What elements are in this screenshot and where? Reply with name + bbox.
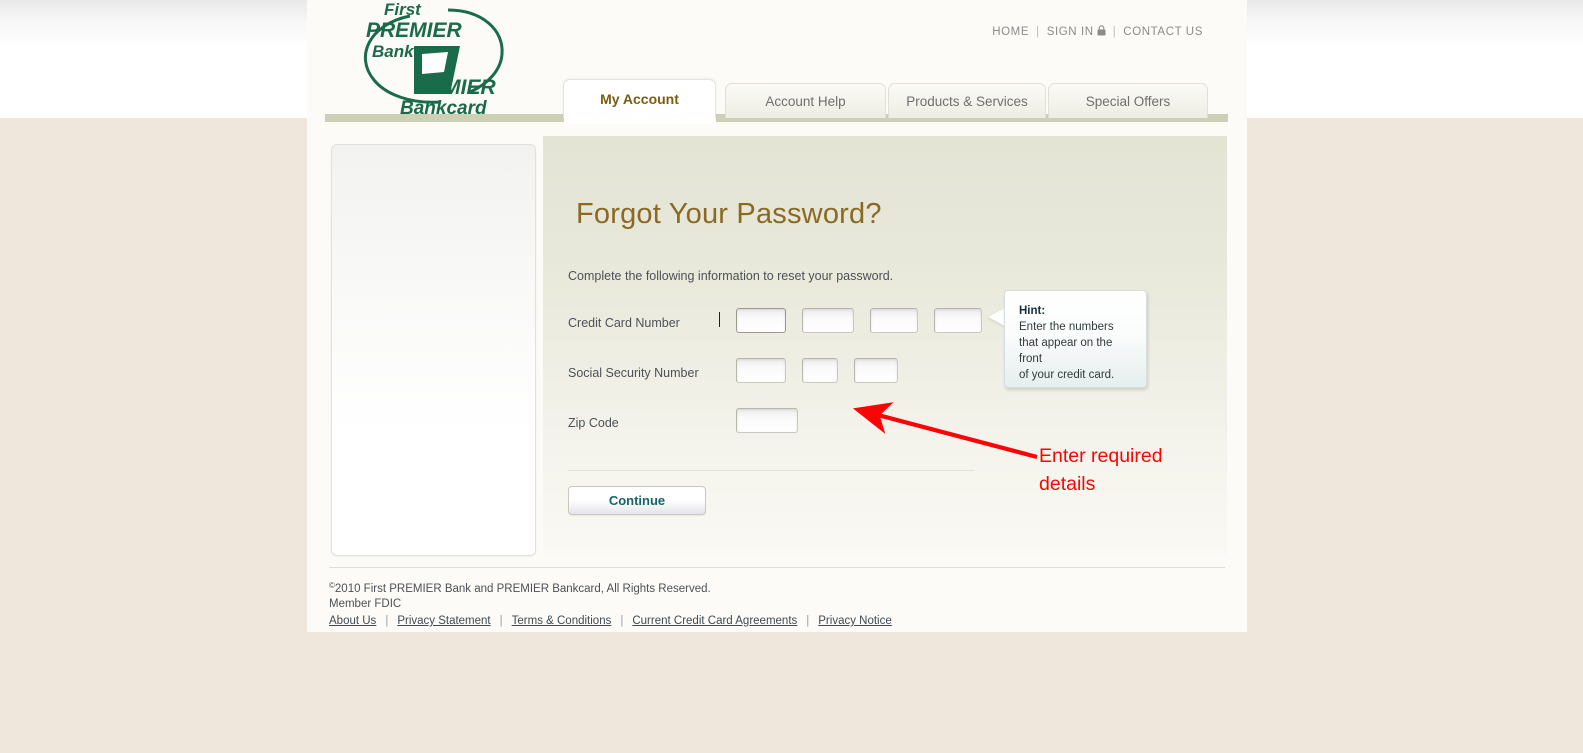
hint-line-1: Enter the numbers xyxy=(1019,321,1114,333)
svg-text:Bank: Bank xyxy=(372,42,415,61)
credit-card-input-4[interactable] xyxy=(934,308,982,333)
annotation-text: Enter required details xyxy=(1039,445,1163,495)
footer-separator-1: | xyxy=(385,615,389,627)
hint-tooltip: Hint: Enter the numbers that appear on t… xyxy=(1004,290,1147,388)
premier-bankcard-logo[interactable]: First PREMIER Bank REMIER Bankcard xyxy=(352,0,527,118)
zip-code-input-group xyxy=(736,408,798,433)
top-utility-nav: HOME | SIGN IN | CONTACT US xyxy=(992,25,1203,39)
footer: ©2010 First PREMIER Bank and PREMIER Ban… xyxy=(329,578,1029,627)
nav-sign-in-label: SIGN IN xyxy=(1046,26,1094,38)
footer-link-current-credit-card-agreements[interactable]: Current Credit Card Agreements xyxy=(632,615,797,627)
annotation-arrow-icon xyxy=(852,402,1038,460)
svg-text:First: First xyxy=(384,0,422,19)
nav-contact-us[interactable]: CONTACT US xyxy=(1123,26,1203,38)
credit-card-input-2[interactable] xyxy=(802,308,854,333)
footer-separator-3: | xyxy=(620,615,624,627)
footer-separator-2: | xyxy=(499,615,503,627)
label-zip-code: Zip Code xyxy=(568,416,619,430)
footer-separator-4: | xyxy=(806,615,810,627)
text-caret xyxy=(719,312,720,327)
ssn-input-3[interactable] xyxy=(854,358,898,383)
page-subtitle: Complete the following information to re… xyxy=(568,269,894,283)
page-title: Forgot Your Password? xyxy=(576,198,882,230)
ssn-input-1[interactable] xyxy=(736,358,786,383)
credit-card-input-1[interactable] xyxy=(736,308,786,333)
zip-code-input[interactable] xyxy=(736,408,798,433)
footer-rule xyxy=(329,567,1225,568)
hint-tooltip-arrow xyxy=(988,308,1005,326)
nav-separator-2: | xyxy=(1112,26,1117,38)
nav-separator-1: | xyxy=(1036,26,1040,38)
credit-card-input-group xyxy=(736,308,982,333)
footer-link-privacy-notice[interactable]: Privacy Notice xyxy=(818,615,892,627)
tab-account-help[interactable]: Account Help xyxy=(725,83,886,118)
ssn-input-2[interactable] xyxy=(802,358,838,383)
ssn-input-group xyxy=(736,358,898,383)
credit-card-input-3[interactable] xyxy=(870,308,918,333)
nav-home[interactable]: HOME xyxy=(992,26,1029,38)
tab-my-account[interactable]: My Account xyxy=(563,79,716,118)
label-credit-card-number: Credit Card Number xyxy=(568,316,680,330)
footer-link-privacy-statement[interactable]: Privacy Statement xyxy=(397,615,490,627)
left-sidebar-panel xyxy=(331,144,536,556)
footer-copyright-text: 2010 First PREMIER Bank and PREMIER Bank… xyxy=(334,583,711,595)
footer-link-terms-conditions[interactable]: Terms & Conditions xyxy=(512,615,612,627)
form-divider xyxy=(568,470,975,471)
tab-special-offers[interactable]: Special Offers xyxy=(1048,83,1208,118)
continue-button[interactable]: Continue xyxy=(568,486,706,515)
footer-copyright: ©2010 First PREMIER Bank and PREMIER Ban… xyxy=(329,578,1029,597)
hint-line-3: of your credit card. xyxy=(1019,369,1115,381)
hint-line-2: that appear on the front xyxy=(1019,337,1113,365)
label-social-security-number: Social Security Number xyxy=(568,366,699,380)
hint-title: Hint: xyxy=(1019,305,1046,317)
tab-products-services[interactable]: Products & Services xyxy=(888,83,1046,118)
footer-member-fdic: Member FDIC xyxy=(329,598,402,610)
footer-link-about-us[interactable]: About Us xyxy=(329,615,376,627)
tab-strip: My Account Account Help Products & Servi… xyxy=(563,79,1233,118)
svg-text:PREMIER: PREMIER xyxy=(366,19,463,42)
lock-icon xyxy=(1097,25,1106,39)
nav-sign-in[interactable]: SIGN IN xyxy=(1046,25,1106,39)
footer-links: About Us | Privacy Statement | Terms & Condi… xyxy=(329,615,1029,627)
